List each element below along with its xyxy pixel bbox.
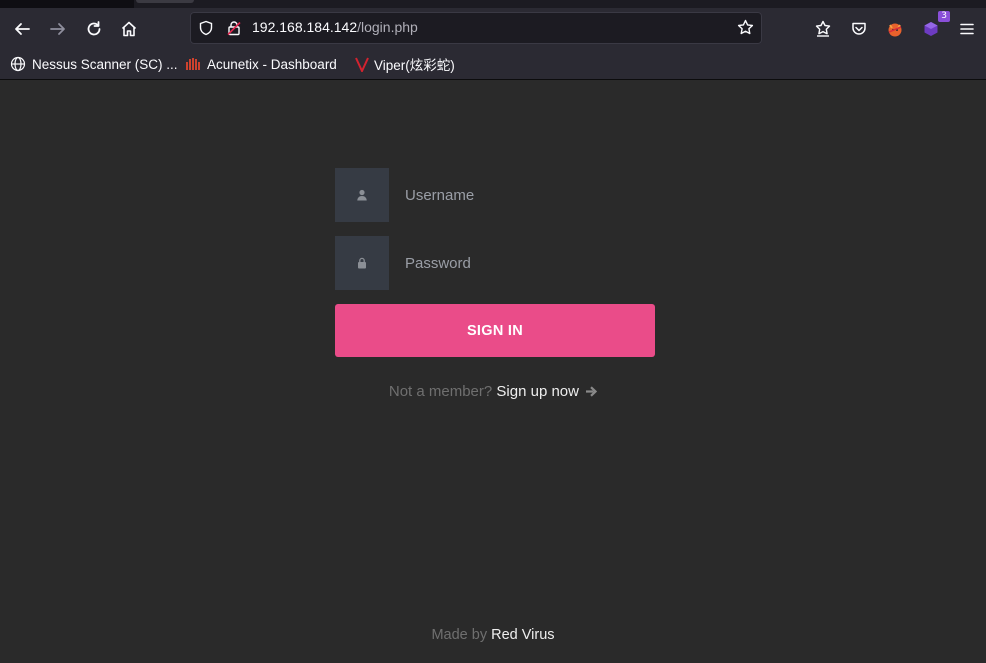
reload-button[interactable] (81, 16, 107, 42)
bookmark-nessus[interactable]: Nessus Scanner (SC) ... (10, 54, 178, 74)
url-text[interactable]: 192.168.184.142/login.php (252, 19, 418, 35)
menu-button[interactable] (954, 16, 980, 42)
password-input[interactable] (389, 236, 655, 290)
password-field (335, 236, 655, 290)
fox-extension-icon (888, 23, 902, 37)
login-page: SIGN IN Not a member? Sign up now Made b… (0, 80, 986, 663)
member-text: Not a member? (388, 383, 493, 400)
url-path: /login.php (357, 19, 418, 35)
cube-extension-icon (924, 22, 938, 36)
extension-count-badge: 3 (938, 11, 950, 22)
forward-arrow-icon (50, 23, 65, 35)
sign-in-button[interactable]: SIGN IN (335, 304, 655, 357)
lock-icon (335, 236, 389, 290)
bookmarks-toolbar: Nessus Scanner (SC) ... Acunetix - Dashb… (0, 48, 986, 80)
signup-prompt: Not a member? Sign up now (0, 383, 986, 400)
bookmark-label: Nessus Scanner (SC) ... (32, 56, 178, 72)
inactive-tab[interactable] (136, 0, 194, 3)
save-to-library-icon (815, 20, 831, 37)
url-host: 192.168.184.142 (252, 19, 358, 35)
hamburger-menu-icon (960, 23, 974, 35)
bookmark-label: Viper(炫彩蛇) (374, 58, 455, 73)
globe-icon (10, 56, 26, 72)
arrow-right-icon (586, 386, 598, 397)
footer-prefix: Made by (431, 627, 488, 643)
bookmark-viper[interactable]: Viper(炫彩蛇) (354, 54, 455, 74)
home-button[interactable] (116, 16, 142, 42)
back-button[interactable] (9, 16, 35, 42)
viper-icon (354, 56, 370, 72)
user-icon (335, 168, 389, 222)
tab-strip (0, 0, 986, 8)
pocket-button[interactable] (846, 16, 872, 42)
url-bar[interactable]: 192.168.184.142/login.php (190, 12, 762, 44)
shield-icon[interactable] (198, 20, 214, 40)
downloads-button[interactable] (810, 16, 836, 42)
insecure-lock-icon[interactable] (226, 20, 242, 40)
signup-link[interactable]: Sign up now (496, 383, 598, 400)
forward-button[interactable] (45, 16, 71, 42)
navigation-toolbar: 192.168.184.142/login.php 3 (0, 8, 986, 48)
reload-icon (87, 21, 101, 36)
bookmark-acunetix[interactable]: Acunetix - Dashboard (185, 54, 337, 74)
back-arrow-icon (15, 23, 30, 35)
extension-badge-button[interactable]: 3 (918, 11, 950, 42)
active-tab[interactable] (0, 0, 134, 8)
pocket-icon (852, 22, 866, 35)
username-input[interactable] (389, 168, 655, 222)
footer: Made by Red Virus (0, 627, 986, 643)
extension-button[interactable] (882, 16, 908, 42)
home-icon (121, 21, 137, 37)
signup-label: Sign up now (496, 383, 579, 400)
acunetix-icon (185, 56, 201, 72)
bookmark-star-icon[interactable] (737, 19, 754, 40)
footer-brand-link[interactable]: Red Virus (491, 627, 554, 643)
username-field (335, 168, 655, 222)
bookmark-label: Acunetix - Dashboard (207, 56, 337, 72)
